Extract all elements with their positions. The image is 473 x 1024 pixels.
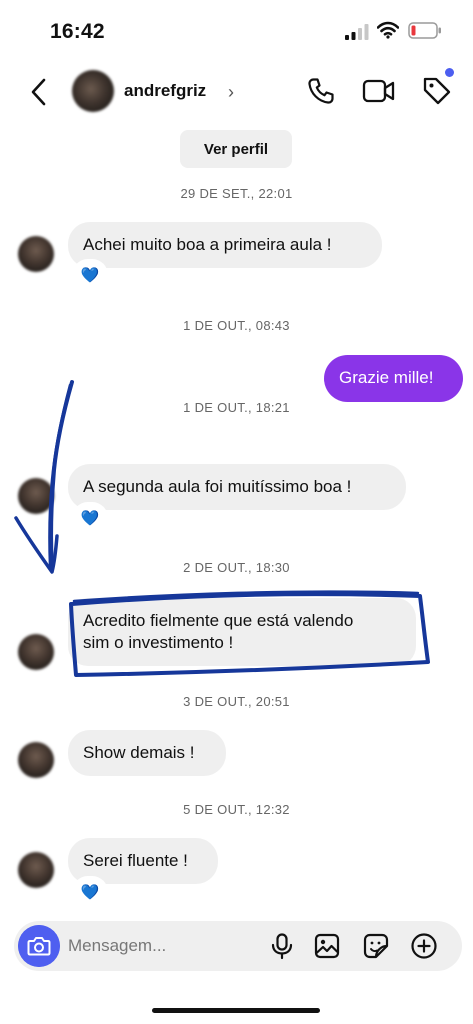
video-camera-icon[interactable] [362, 77, 396, 105]
back-chevron-icon[interactable] [26, 76, 52, 108]
timestamp: 5 DE OUT., 12:32 [183, 802, 290, 817]
microphone-icon[interactable] [268, 932, 296, 960]
message-bubble[interactable]: A segunda aula foi muitíssimo boa ! [68, 464, 406, 510]
phone-icon[interactable] [306, 76, 336, 106]
message-bubble-outgoing[interactable]: Grazie mille! [324, 355, 463, 402]
timestamp: 29 DE SET., 22:01 [180, 186, 293, 201]
timestamp: 1 DE OUT., 18:21 [183, 400, 290, 415]
message-bubble[interactable]: Achei muito boa a primeira aula ! [68, 222, 382, 268]
message-composer [14, 921, 462, 971]
status-bar: 16:42 [0, 0, 473, 60]
timestamp: 3 DE OUT., 20:51 [183, 694, 290, 709]
message-line: sim o investimento ! [83, 633, 234, 652]
sender-avatar [18, 742, 54, 778]
notification-dot [445, 68, 454, 77]
image-icon[interactable] [313, 932, 341, 960]
sender-avatar [18, 852, 54, 888]
sender-avatar [18, 236, 54, 272]
message-bubble[interactable]: Acredito fielmente que está valendo sim … [68, 598, 416, 666]
cellular-signal-icon [345, 24, 369, 40]
view-profile-button[interactable]: Ver perfil [180, 130, 292, 168]
message-bubble[interactable]: Show demais ! [68, 730, 226, 776]
plus-circle-icon[interactable] [410, 932, 438, 960]
sender-avatar [18, 634, 54, 670]
sender-avatar [18, 478, 54, 514]
tag-icon[interactable] [420, 74, 454, 108]
home-indicator[interactable] [152, 1008, 320, 1013]
timestamp: 2 DE OUT., 18:30 [183, 560, 290, 575]
camera-icon[interactable] [18, 925, 60, 967]
battery-low-icon [408, 22, 441, 39]
chat-header: andrefgriz › [0, 64, 473, 120]
heart-reaction-icon[interactable]: 💙 [74, 504, 106, 532]
heart-reaction-icon[interactable]: 💙 [74, 878, 106, 906]
heart-reaction-icon[interactable]: 💙 [74, 261, 106, 289]
message-input[interactable] [68, 933, 258, 959]
wifi-icon [377, 21, 399, 39]
contact-username[interactable]: andrefgriz [124, 81, 206, 101]
message-line: Acredito fielmente que está valendo [83, 611, 354, 630]
contact-avatar[interactable] [72, 70, 114, 112]
status-time: 16:42 [50, 20, 105, 43]
sticker-icon[interactable] [362, 932, 390, 960]
timestamp: 1 DE OUT., 08:43 [183, 318, 290, 333]
chevron-right-icon[interactable]: › [228, 82, 234, 103]
